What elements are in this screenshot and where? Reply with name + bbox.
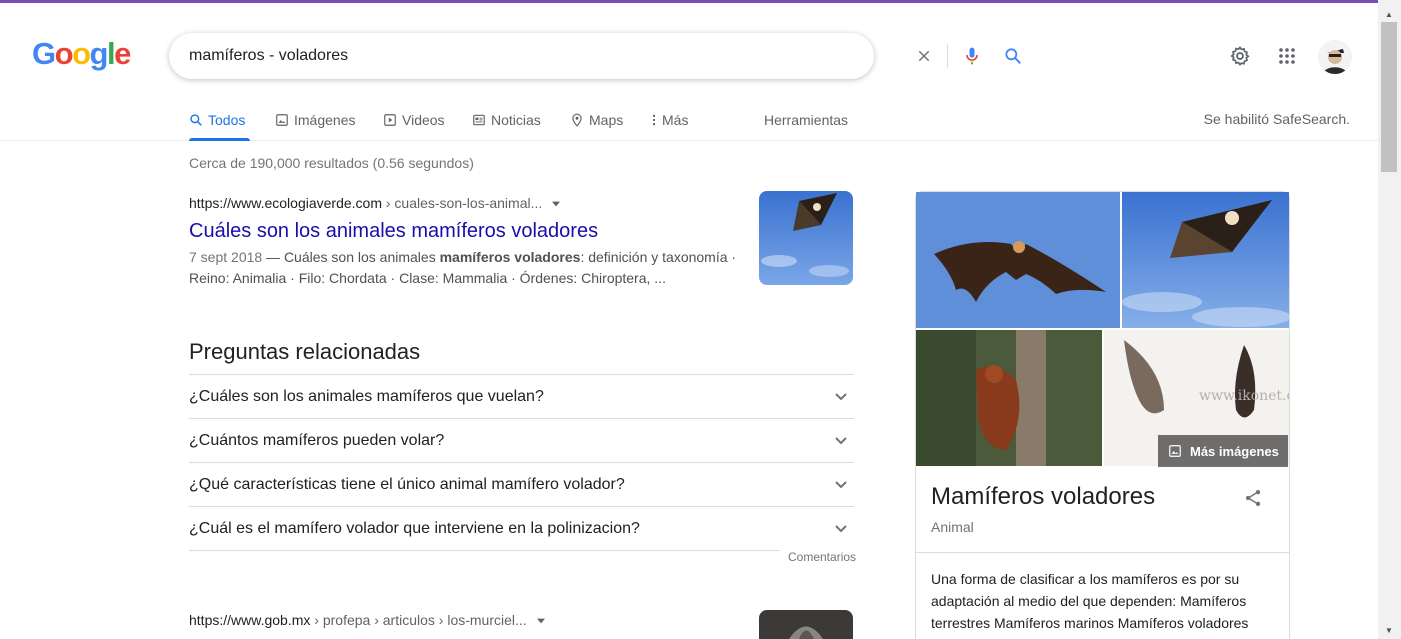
logo-letter: o (72, 36, 91, 71)
logo-letter: G (32, 36, 56, 71)
search-icon (190, 114, 202, 126)
kp-description: Una forma de clasificar a los mamíferos … (931, 571, 1249, 631)
result-breadcrumb: › profepa › articulos › los-murciel... (310, 612, 527, 628)
tab-videos[interactable]: Videos (383, 109, 445, 131)
kp-title: Mamíferos voladores (931, 483, 1156, 510)
result-thumbnail[interactable] (759, 610, 853, 639)
active-tab-indicator (189, 138, 250, 141)
top-accent-rule (0, 0, 1378, 3)
search-icon[interactable] (1001, 44, 1025, 68)
paa-list: ¿Cuáles son los animales mamíferos que v… (189, 374, 854, 551)
paa-question-text: ¿Cuántos mamíferos pueden volar? (189, 431, 445, 449)
paa-question[interactable]: ¿Qué características tiene el único anim… (189, 462, 854, 506)
logo-letter: l (106, 36, 116, 71)
logo-letter: o (54, 36, 74, 71)
search-result: https://www.ecologiaverde.com › cuales-s… (189, 193, 769, 289)
result-title[interactable]: Cuáles son los animales mamíferos volado… (189, 218, 769, 244)
paa-title: Preguntas relacionadas (189, 339, 421, 364)
scroll-down-arrow-icon[interactable]: ▼ (1385, 626, 1393, 635)
chevron-down-icon (835, 524, 847, 532)
microphone-icon[interactable] (960, 44, 984, 68)
image-icon (276, 114, 288, 126)
caret-down-icon[interactable] (536, 618, 545, 624)
result-stats: Cerca de 190,000 resultados (0.56 segund… (189, 155, 474, 171)
result-thumbnail[interactable] (759, 191, 853, 285)
result-breadcrumb: › cuales-son-los-animal... (381, 195, 543, 211)
avatar[interactable] (1318, 40, 1352, 74)
more-images-button[interactable]: Más imágenes (1158, 435, 1288, 467)
paa-question[interactable]: ¿Cuáles son los animales mamíferos que v… (189, 374, 854, 418)
paa-question-text: ¿Cuál es el mamífero volador que intervi… (189, 519, 640, 537)
result-domain: https://www.ecologiaverde.com (189, 195, 382, 211)
kp-divider (916, 552, 1289, 553)
chevron-down-icon (835, 392, 847, 400)
search-tabs: Todos Imágenes Videos Noticias Maps Más … (0, 107, 1378, 141)
logo-letter: g (89, 36, 109, 71)
search-result: https://www.gob.mx › profepa › articulos… (189, 610, 769, 630)
paa-question-text: ¿Qué características tiene el único anim… (189, 475, 625, 493)
tab-todos[interactable]: Todos (189, 109, 245, 131)
search-input[interactable]: mamíferos - voladores (189, 47, 348, 65)
kp-subtitle: Animal (931, 519, 974, 535)
feedback-link[interactable]: Comentarios (780, 550, 857, 564)
tab-label: Maps (589, 112, 624, 128)
tab-label: Videos (402, 112, 445, 128)
scroll-thumb[interactable] (1381, 22, 1397, 172)
search-box[interactable]: mamíferos - voladores (169, 33, 1021, 79)
scrollbar[interactable]: ▲ ▼ (1378, 0, 1401, 639)
tab-mas[interactable]: Más (651, 109, 688, 131)
safesearch-notice[interactable]: Se habilitó SafeSearch. (1204, 111, 1350, 127)
google-logo[interactable]: Google (32, 36, 131, 71)
apps-grid-icon[interactable] (1275, 44, 1299, 68)
kp-image-bat[interactable] (916, 192, 1120, 328)
paa-question-text: ¿Cuáles son los animales mamíferos que v… (189, 387, 544, 405)
tab-maps[interactable]: Maps (570, 109, 623, 131)
watermark: www.ikonet.com (1199, 388, 1289, 404)
tab-label: Imágenes (294, 112, 356, 128)
snippet-text: — Cuáles son los animales (262, 249, 440, 265)
scroll-up-arrow-icon[interactable]: ▲ (1385, 10, 1393, 19)
share-icon[interactable] (1243, 487, 1263, 514)
kp-image-squirrel[interactable] (916, 330, 1102, 466)
chevron-down-icon (835, 436, 847, 444)
chevron-down-icon (835, 480, 847, 488)
result-url[interactable]: https://www.ecologiaverde.com › cuales-s… (189, 193, 769, 213)
result-snippet: 7 sept 2018 — Cuáles son los animales ma… (189, 247, 769, 289)
tab-label: Más (662, 112, 689, 128)
play-icon (384, 114, 396, 126)
logo-letter: e (114, 36, 131, 71)
close-icon[interactable] (912, 44, 936, 68)
tab-imagenes[interactable]: Imágenes (275, 109, 355, 131)
result-domain: https://www.gob.mx (189, 612, 311, 628)
more-images-label: Más imágenes (1190, 443, 1279, 459)
paa-question[interactable]: ¿Cuántos mamíferos pueden volar? (189, 418, 854, 462)
result-url[interactable]: https://www.gob.mx › profepa › articulos… (189, 610, 769, 630)
more-vert-icon (652, 114, 656, 126)
caret-down-icon[interactable] (552, 201, 561, 207)
gear-icon[interactable] (1228, 44, 1252, 68)
kp-image-glider[interactable] (1122, 192, 1289, 328)
pin-icon (572, 113, 582, 127)
paa-question[interactable]: ¿Cuál es el mamífero volador que intervi… (189, 506, 854, 550)
image-icon (1169, 445, 1181, 457)
tools-label: Herramientas (764, 112, 849, 128)
tab-label: Todos (208, 112, 246, 128)
tools-button[interactable]: Herramientas (764, 109, 848, 131)
paa-divider (189, 550, 854, 551)
snippet-highlight: mamíferos voladores (439, 249, 581, 265)
result-date: 7 sept 2018 (189, 249, 263, 265)
news-icon (473, 114, 485, 126)
search-divider (947, 44, 948, 68)
tab-noticias[interactable]: Noticias (472, 109, 541, 131)
tab-label: Noticias (491, 112, 541, 128)
